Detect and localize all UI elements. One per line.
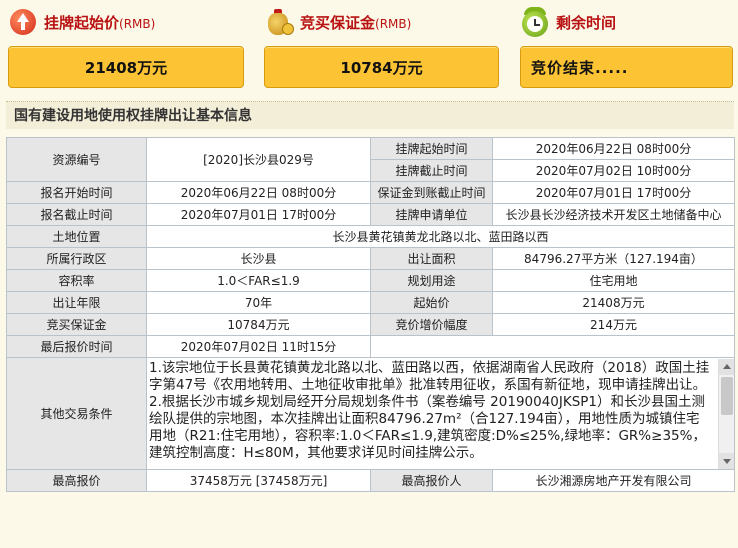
far-value: 1.0＜FAR≤1.9 <box>146 269 371 292</box>
stat-deposit: 竞买保证金(RMB) 10784万元 <box>264 0 499 94</box>
price-up-icon <box>8 7 38 37</box>
deposit-cell: 10784万元 <box>146 313 371 336</box>
vertical-scrollbar[interactable] <box>718 358 734 469</box>
stat-unit: (RMB) <box>119 16 156 31</box>
reg-start-label: 报名开始时间 <box>6 181 147 204</box>
reg-end-value: 2020年07月01日 17时00分 <box>146 203 371 226</box>
increment-value: 214万元 <box>492 313 735 336</box>
district-label: 所属行政区 <box>6 247 147 270</box>
deposit-label: 竞买保证金 <box>6 313 147 336</box>
location-label: 土地位置 <box>6 225 147 248</box>
stat-label: 竞买保证金 <box>300 13 376 32</box>
deposit-deadline-value: 2020年07月01日 17时00分 <box>492 181 735 204</box>
applicant-value: 长沙县长沙经济技术开发区土地储备中心 <box>492 203 735 226</box>
reg-start-value: 2020年06月22日 08时00分 <box>146 181 371 204</box>
listing-start-label: 挂牌起始时间 <box>370 137 493 160</box>
empty-cell <box>370 335 735 358</box>
resource-no-value: [2020]长沙县029号 <box>146 137 371 182</box>
stat-label: 挂牌起始价 <box>44 13 120 32</box>
start-price-value: 21408万元 <box>8 46 244 88</box>
deposit-value: 10784万元 <box>264 46 499 88</box>
reg-end-label: 报名截止时间 <box>6 203 147 226</box>
start-price-cell: 21408万元 <box>492 291 735 314</box>
other-terms-paragraph: 1.该宗地位于长县黄花镇黄龙北路以北、蓝田路以西，依据湖南省人民政府（2018）… <box>149 359 710 393</box>
stat-start-price: 挂牌起始价(RMB) 21408万元 <box>8 0 244 94</box>
scroll-thumb[interactable] <box>721 376 733 415</box>
district-value: 长沙县 <box>146 247 371 270</box>
location-value: 长沙县黄花镇黄龙北路以北、蓝田路以西 <box>146 225 735 248</box>
other-terms-cell: 1.该宗地位于长县黄花镇黄龙北路以北、蓝田路以西，依据湖南省人民政府（2018）… <box>146 357 735 470</box>
term-label: 出让年限 <box>6 291 147 314</box>
other-terms-paragraph: 2.根据长沙市城乡规划局经开分局规划条件书（案卷编号 20190040JKSP1… <box>149 393 706 461</box>
last-quote-time-value: 2020年07月02日 11时15分 <box>146 335 371 358</box>
other-terms-text[interactable]: 1.该宗地位于长县黄花镇黄龙北路以北、蓝田路以西，依据湖南省人民政府（2018）… <box>148 358 734 469</box>
applicant-label: 挂牌申请单位 <box>370 203 493 226</box>
other-terms-label: 其他交易条件 <box>6 357 147 470</box>
land-info-table: 资源编号 [2020]长沙县029号 挂牌起始时间 2020年06月22日 08… <box>6 137 735 492</box>
section-title: 国有建设用地使用权挂牌出让基本信息 <box>6 101 734 129</box>
remaining-time-value: 竞价结束..... <box>520 46 733 88</box>
highest-price-label: 最高报价 <box>6 469 147 492</box>
listing-end-label: 挂牌截止时间 <box>370 159 493 182</box>
stat-unit: (RMB) <box>375 16 412 31</box>
term-value: 70年 <box>146 291 371 314</box>
listing-end-value: 2020年07月02日 10时00分 <box>492 159 735 182</box>
alarm-clock-icon <box>520 7 550 37</box>
stat-remaining-time: 剩余时间 竞价结束..... <box>520 0 733 94</box>
highest-bidder-value: 长沙湘源房地产开发有限公司 <box>492 469 735 492</box>
scroll-up-arrow-icon[interactable] <box>719 358 734 375</box>
start-price-label: 起始价 <box>370 291 493 314</box>
resource-no-label: 资源编号 <box>6 137 147 182</box>
far-label: 容积率 <box>6 269 147 292</box>
stat-label: 剩余时间 <box>556 13 617 32</box>
area-label: 出让面积 <box>370 247 493 270</box>
increment-label: 竞价增价幅度 <box>370 313 493 336</box>
highest-bidder-label: 最高报价人 <box>370 469 493 492</box>
scroll-down-arrow-icon[interactable] <box>719 452 734 469</box>
money-bag-icon <box>264 7 294 37</box>
deposit-deadline-label: 保证金到账截止时间 <box>370 181 493 204</box>
use-value: 住宅用地 <box>492 269 735 292</box>
highest-price-value: 37458万元 [37458万元] <box>146 469 371 492</box>
listing-start-value: 2020年06月22日 08时00分 <box>492 137 735 160</box>
use-label: 规划用途 <box>370 269 493 292</box>
area-value: 84796.27平方米（127.194亩） <box>492 247 735 270</box>
last-quote-time-label: 最后报价时间 <box>6 335 147 358</box>
